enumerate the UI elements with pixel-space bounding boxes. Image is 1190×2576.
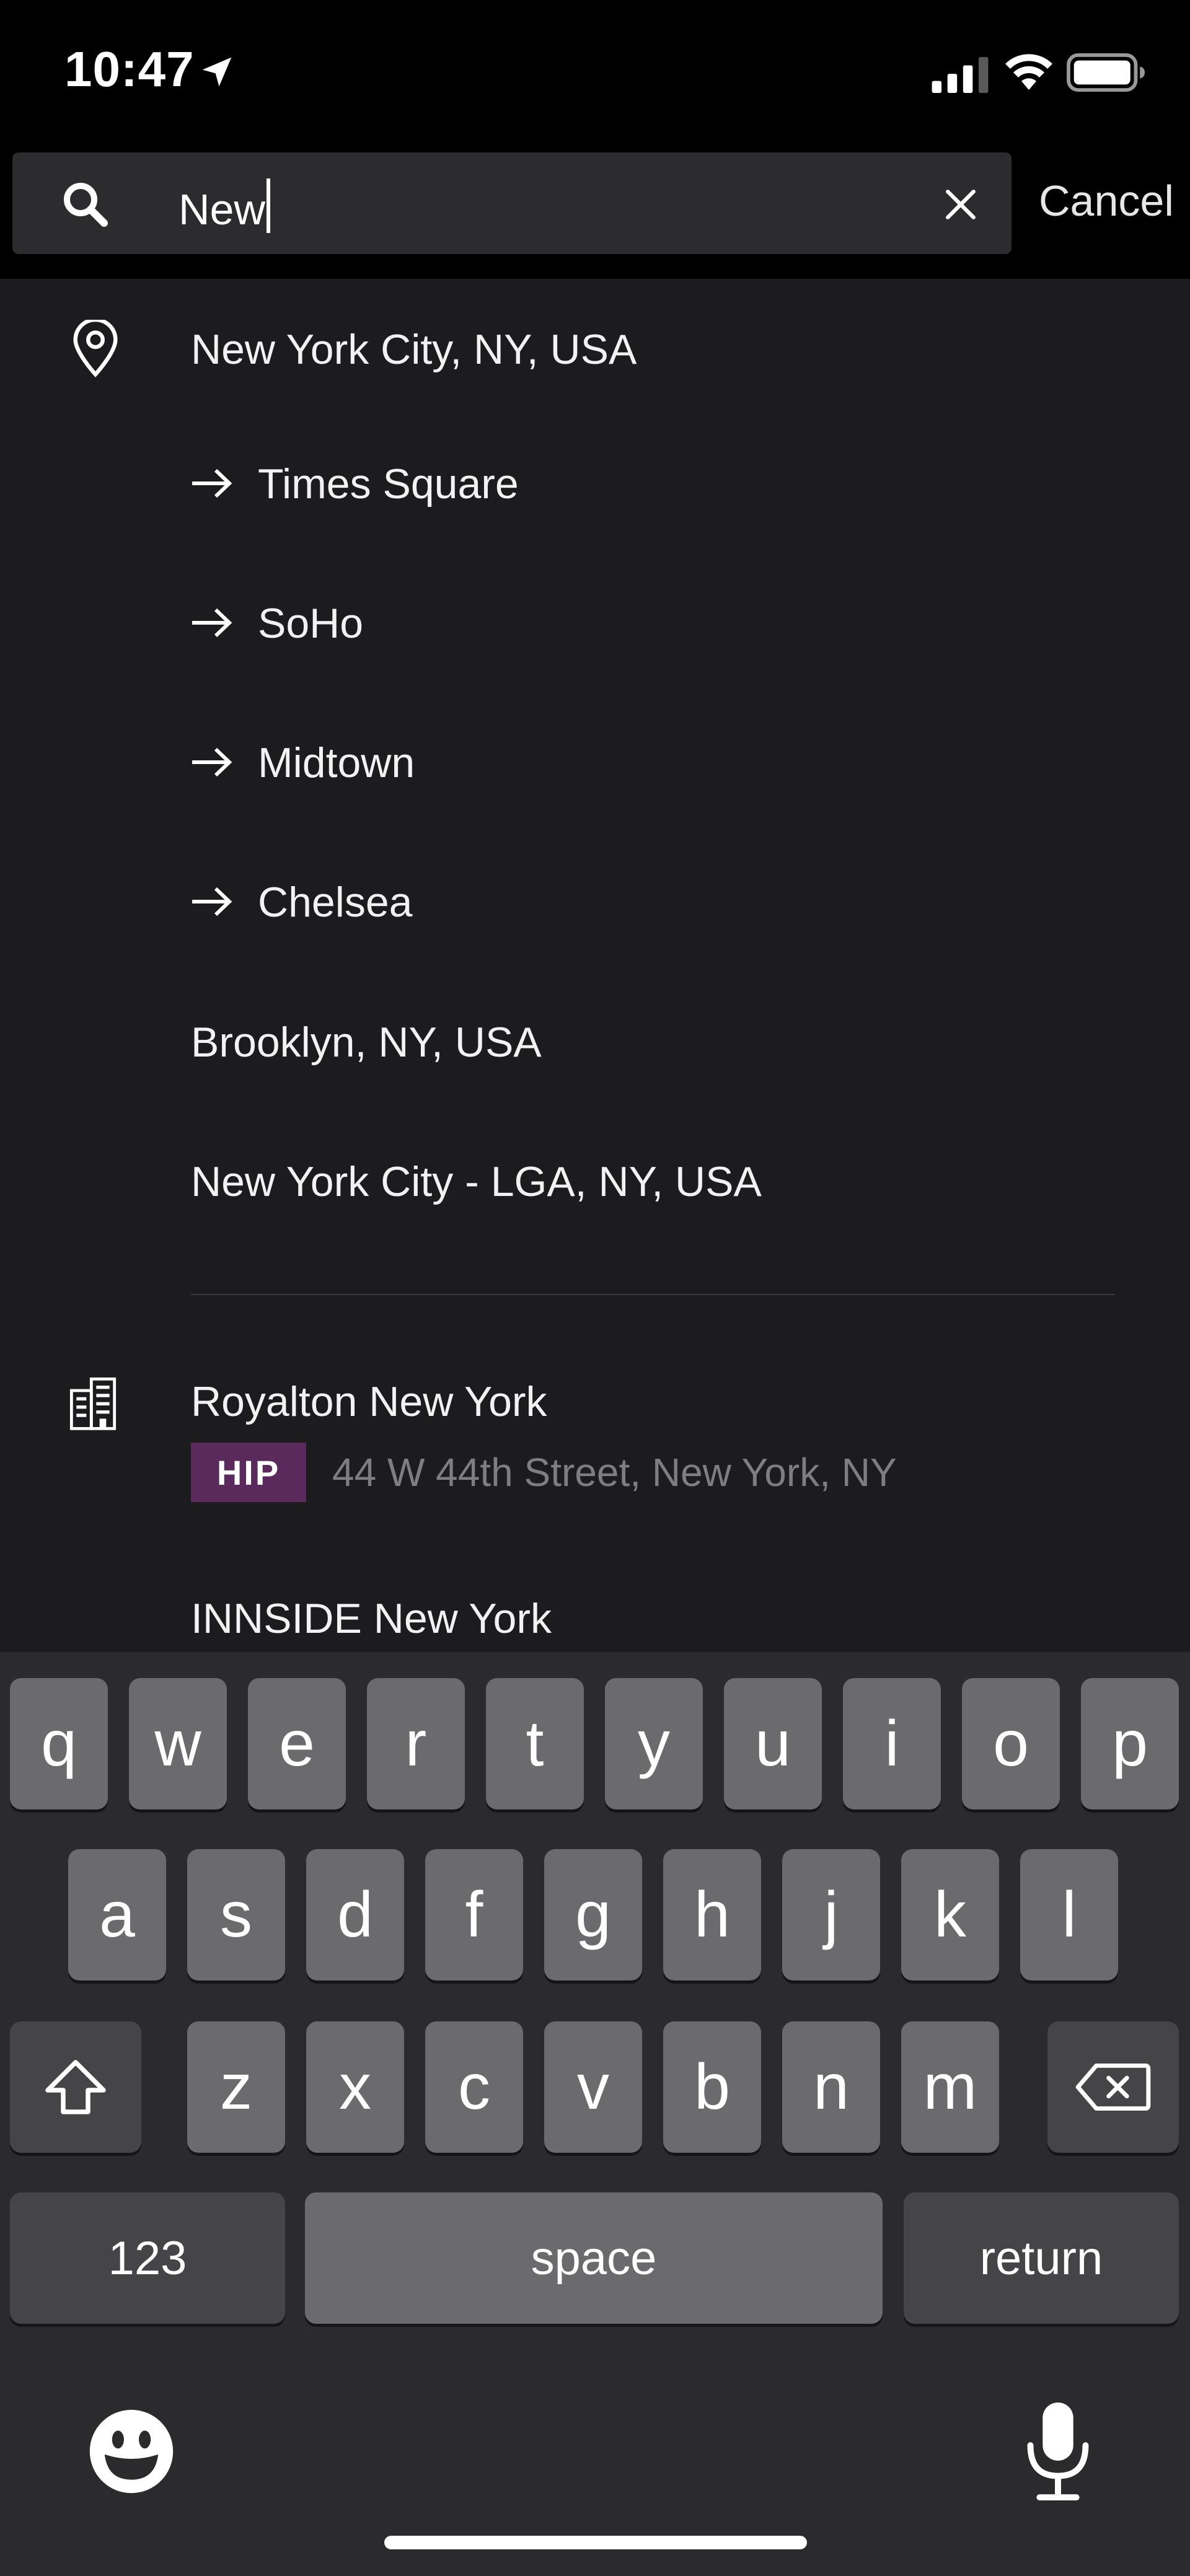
search-results-list: New York City, NY, USA Times Square SoHo… [0,279,1190,1652]
key-x[interactable]: x [306,2021,404,2153]
key-f[interactable]: f [425,1849,523,1980]
text-cursor [267,178,271,233]
section-divider [191,1294,1114,1295]
result-city-brooklyn[interactable]: Brooklyn, NY, USA [191,1018,542,1067]
result-neighborhood-chelsea[interactable]: Chelsea [258,877,413,927]
arrow-right-icon [192,747,232,777]
key-n[interactable]: n [782,2021,880,2153]
key-w[interactable]: w [129,1678,227,1809]
key-d[interactable]: d [306,1849,404,1980]
onscreen-keyboard: q w e r t y u i o p a s d f g h j k l z … [0,1652,1190,2576]
numbers-key[interactable]: 123 [10,2192,285,2324]
key-b[interactable]: b [663,2021,761,2153]
microphone-icon[interactable] [1024,2399,1092,2503]
status-bar: 10:47 [0,0,1190,149]
search-query[interactable]: New [178,178,271,234]
shift-key[interactable] [10,2021,141,2153]
location-pin-icon [73,320,118,377]
key-y[interactable]: y [605,1678,703,1809]
result-neighborhood-midtown[interactable]: Midtown [258,738,415,788]
building-icon [69,1377,117,1430]
status-time: 10:47 [64,42,195,97]
location-arrow-icon [202,57,232,87]
cellular-signal-icon [932,57,989,93]
key-g[interactable]: g [544,1849,642,1980]
key-t[interactable]: t [486,1678,584,1809]
key-c[interactable]: c [425,2021,523,2153]
key-l[interactable]: l [1020,1849,1118,1980]
shift-arrow-icon [45,2060,106,2114]
wifi-icon [1005,54,1052,90]
search-icon [64,183,108,227]
clear-icon[interactable] [945,188,977,221]
result-hotel-royalton[interactable]: Royalton New York [191,1377,547,1426]
key-z[interactable]: z [187,2021,285,2153]
hotel-brand-badge: HIP [191,1443,306,1502]
battery-icon [1067,53,1145,92]
key-q[interactable]: q [10,1678,108,1809]
key-k[interactable]: k [901,1849,999,1980]
emoji-icon[interactable] [87,2407,176,2496]
key-o[interactable]: o [962,1678,1060,1809]
key-p[interactable]: p [1081,1678,1179,1809]
search-input[interactable]: New [12,152,1011,254]
space-key[interactable]: space [305,2192,883,2324]
result-neighborhood-soho[interactable]: SoHo [258,599,363,648]
return-key[interactable]: return [904,2192,1179,2324]
key-i[interactable]: i [843,1678,941,1809]
arrow-right-icon [192,468,232,498]
key-r[interactable]: r [367,1678,465,1809]
key-s[interactable]: s [187,1849,285,1980]
arrow-right-icon [192,608,232,638]
cancel-button[interactable]: Cancel [1039,176,1174,226]
result-hotel-innside[interactable]: INNSIDE New York [191,1594,552,1643]
result-city-new-york[interactable]: New York City, NY, USA [191,325,637,374]
result-city-lga[interactable]: New York City - LGA, NY, USA [191,1157,762,1207]
key-m[interactable]: m [901,2021,999,2153]
backspace-icon [1075,2063,1151,2111]
key-j[interactable]: j [782,1849,880,1980]
key-v[interactable]: v [544,2021,642,2153]
key-u[interactable]: u [724,1678,822,1809]
search-query-text: New [178,185,266,234]
key-e[interactable]: e [248,1678,346,1809]
search-header: New Cancel [0,149,1190,279]
key-a[interactable]: a [68,1849,166,1980]
arrow-right-icon [192,887,232,917]
hotel-address: 44 W 44th Street, New York, NY [332,1450,897,1495]
home-indicator[interactable] [384,2536,807,2549]
delete-key[interactable] [1047,2021,1179,2153]
key-h[interactable]: h [663,1849,761,1980]
result-neighborhood-times-square[interactable]: Times Square [258,459,519,509]
